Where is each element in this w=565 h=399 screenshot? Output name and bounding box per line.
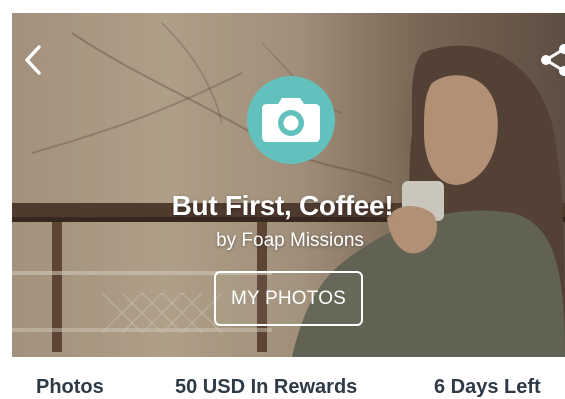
share-icon	[541, 44, 565, 76]
mission-author: by Foap Missions	[216, 230, 364, 251]
stat-photos[interactable]: Photos	[36, 376, 104, 399]
share-button[interactable]	[538, 43, 565, 77]
camera-icon	[262, 98, 320, 142]
back-button[interactable]	[20, 44, 46, 76]
chevron-left-icon	[25, 45, 41, 75]
mission-title: But First, Coffee!	[171, 190, 394, 221]
stat-rewards: 50 USD In Rewards	[175, 376, 358, 398]
my-photos-button[interactable]: MY PHOTOS	[214, 271, 363, 326]
mission-badge	[247, 76, 335, 164]
stat-days-left: 6 Days Left	[434, 376, 541, 398]
mission-stats: Photos 50 USD In Rewards 6 Days Left	[0, 376, 565, 399]
